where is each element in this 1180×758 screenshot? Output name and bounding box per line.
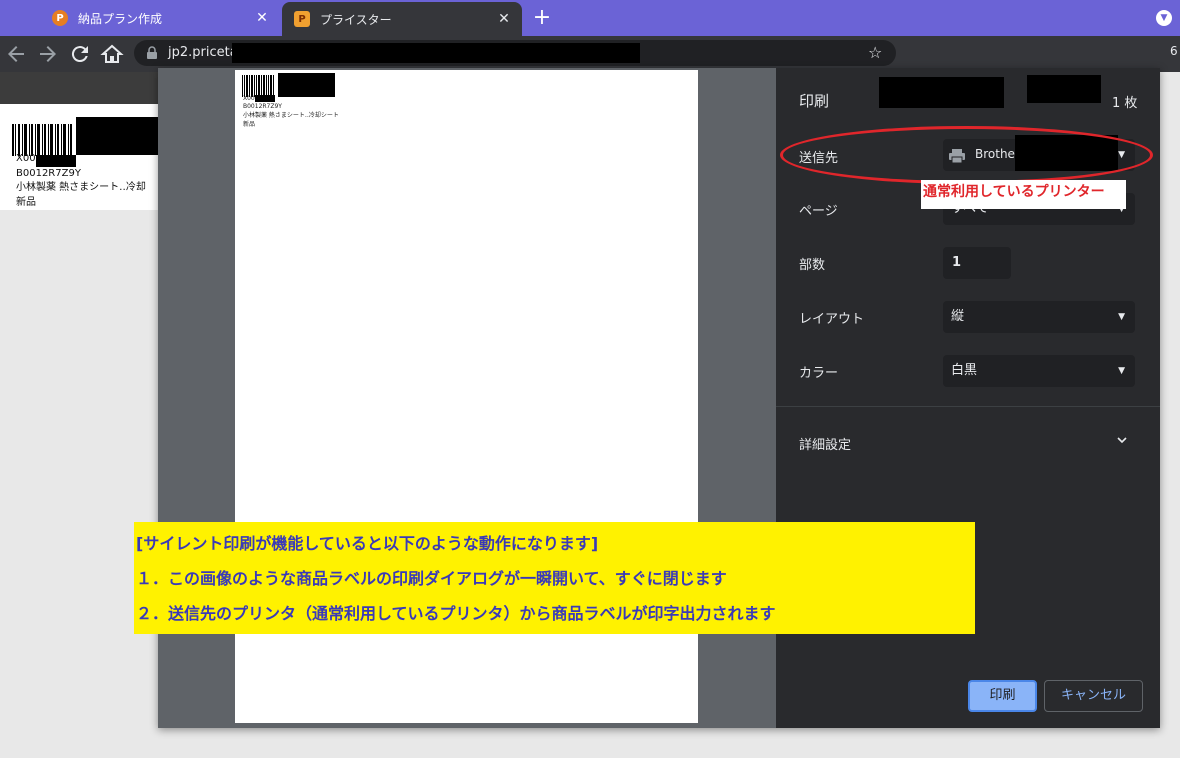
color-value: 白黒 [951,363,978,378]
copies-label: 部数 [799,258,826,273]
label-condition: 新品 [16,197,36,208]
redaction-block [232,43,640,63]
label-product-name: 小林製薬 熱さまシート‥冷却 [16,182,146,193]
redaction-block [1027,75,1101,103]
print-button[interactable]: 印刷 [968,680,1037,712]
pricetar-star-favicon-icon: P [294,11,310,27]
tab-title: プライスター [320,12,392,27]
color-label: カラー [799,366,839,381]
preview-code-line: X00 [243,95,255,102]
page-header-strip [0,72,160,104]
pages-label: ページ [799,204,838,219]
redaction-block [278,73,335,97]
redaction-block [879,77,1004,108]
redaction-block [36,155,76,167]
layout-label: レイアウト [799,312,865,327]
barcode-icon [12,124,72,156]
preview-condition: 新品 [243,121,256,128]
annotation-callout: 通常利用しているプリンター [921,180,1126,209]
redaction-block [255,95,275,102]
close-icon[interactable]: ✕ [254,10,270,26]
tab-title: 納品プラン作成 [78,11,163,26]
label-asin: B0012R7Z9Y [16,168,81,179]
dialog-title: 印刷 [799,92,830,110]
reload-icon[interactable] [68,42,92,66]
layout-select[interactable]: 縦 ▼ [943,301,1135,333]
redaction-block [76,117,158,155]
barcode-icon [242,75,274,97]
close-icon[interactable]: ✕ [496,11,512,27]
dropdown-caret-icon: ▼ [1118,312,1125,322]
annotation-note-line: ２．送信先のプリンタ（通常利用しているプリンタ）から商品ラベルが印字出力されます [136,604,776,623]
label-code-line: X00 [16,153,36,164]
back-arrow-icon[interactable] [4,42,28,66]
new-tab-button[interactable]: + [532,6,552,30]
annotation-highlight-ellipse [780,126,1153,184]
dropdown-caret-icon: ▼ [1118,366,1125,376]
background-product-label: X00 B0012R7Z9Y 小林製薬 熱さまシート‥冷却 新品 [0,104,158,210]
tab-nouhin-plan[interactable]: P 納品プラン作成 ✕ [40,0,280,36]
preview-asin: B0012R7Z9Y [243,103,282,110]
annotation-note-line: [サイレント印刷が機能していると以下のような動作になります] [136,534,599,553]
copies-input[interactable]: 1 [943,247,1011,279]
advanced-settings-toggle[interactable]: 詳細設定 [799,434,851,453]
home-icon[interactable] [100,42,124,66]
preview-product-name: 小林製薬 熱さまシート‥冷却シート [243,112,339,119]
chevron-down-icon[interactable] [1116,434,1128,449]
cancel-button[interactable]: キャンセル [1044,680,1143,712]
divider [776,406,1160,407]
color-select[interactable]: 白黒 ▼ [943,355,1135,387]
forward-arrow-icon[interactable] [36,42,60,66]
tab-search-icon[interactable]: ▼ [1156,10,1172,26]
annotation-note-line: １．この画像のような商品ラベルの印刷ダイアログが一瞬開いて、すぐに閉じます [136,569,727,588]
layout-value: 縦 [951,309,965,324]
tab-pricetar[interactable]: P プライスター ✕ [282,2,522,36]
pricetar-favicon-icon: P [52,10,68,26]
sheet-count: 1 枚 [1112,96,1138,111]
lock-icon [146,46,158,60]
extension-stub: 6 [1170,44,1178,58]
bookmark-star-icon[interactable]: ☆ [868,44,882,62]
